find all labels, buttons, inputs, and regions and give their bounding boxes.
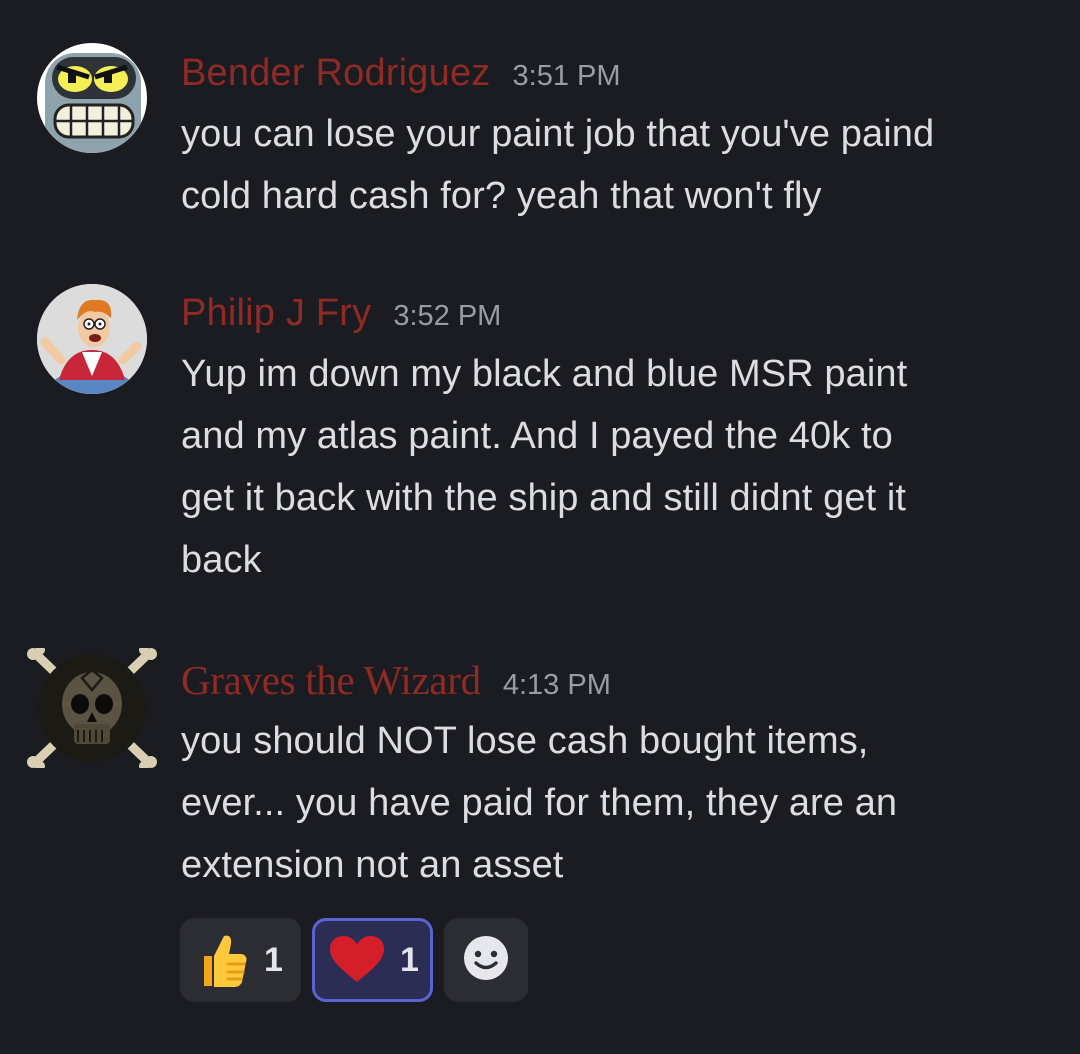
- message-line: cold hard cash for? yeah that won't fly: [181, 175, 822, 217]
- bender-avatar-icon[interactable]: [37, 43, 147, 153]
- fry-avatar-icon[interactable]: [37, 284, 147, 394]
- message-content: you can lose your paint job that you've …: [181, 103, 1041, 227]
- username[interactable]: Bender Rodriguez: [181, 52, 491, 95]
- username[interactable]: Philip J Fry: [181, 292, 371, 335]
- heart-icon: [330, 936, 384, 984]
- reaction-bar: 1 1: [180, 918, 528, 1002]
- message-line: ever... you have paid for them, they are…: [181, 782, 898, 824]
- message-line: you should NOT lose cash bought items,: [181, 720, 869, 762]
- skull-crossbones-avatar-icon[interactable]: [24, 648, 160, 768]
- message-line: you can lose your paint job that you've …: [181, 113, 935, 155]
- message-line: get it back with the ship and still didn…: [181, 477, 907, 519]
- username[interactable]: Graves the Wizard: [181, 656, 481, 704]
- reaction-thumbs-up[interactable]: 1: [180, 918, 301, 1002]
- timestamp: 3:51 PM: [512, 60, 621, 92]
- smiley-face-icon: [462, 934, 510, 987]
- chat-log: Bender Rodriguez 3:51 PM you can lose yo…: [0, 0, 1080, 1054]
- timestamp: 3:52 PM: [393, 300, 502, 332]
- timestamp: 4:13 PM: [502, 669, 611, 701]
- message-line: back: [181, 539, 262, 581]
- reaction-heart[interactable]: 1: [312, 918, 433, 1002]
- reaction-count: 1: [264, 940, 283, 979]
- reaction-count: 1: [400, 940, 419, 979]
- message-line: extension not an asset: [181, 844, 564, 886]
- message-content: you should NOT lose cash bought items, e…: [181, 710, 1041, 896]
- message-line: and my atlas paint. And I payed the 40k …: [181, 415, 893, 457]
- thumbs-up-icon: [198, 932, 248, 988]
- message-content: Yup im down my black and blue MSR paint …: [181, 343, 1041, 591]
- add-reaction-button[interactable]: [444, 918, 528, 1002]
- message-line: Yup im down my black and blue MSR paint: [181, 353, 908, 395]
